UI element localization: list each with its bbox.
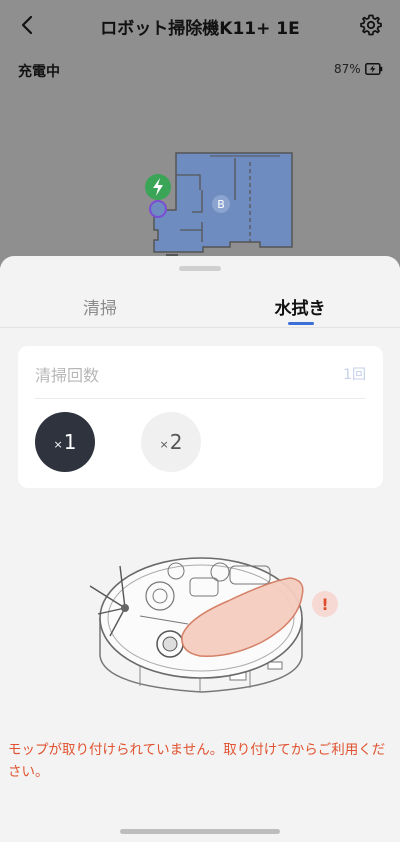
warning-icon: ! — [312, 591, 338, 617]
home-indicator[interactable] — [120, 829, 280, 834]
back-button[interactable] — [14, 12, 40, 38]
count-option-2-button[interactable]: × 2 — [141, 412, 201, 472]
charging-status: 充電中 — [18, 64, 60, 80]
battery-charging-icon — [364, 63, 382, 75]
dock-marker — [145, 174, 171, 200]
count-option-1-label: 1 — [63, 430, 77, 454]
gear-icon — [360, 14, 382, 36]
bottom-sheet: 清掃 水拭き 清掃回数 1回 × 1 × 2 ! モップが取り付けられていません… — [0, 256, 400, 842]
page-title: ロボット掃除機K11+ 1E — [100, 19, 300, 39]
cleaning-count-title: 清掃回数 — [35, 366, 100, 385]
tab-clean[interactable]: 清掃 — [40, 294, 160, 319]
sheet-drag-handle[interactable] — [179, 266, 221, 271]
battery-percent: 87% — [334, 62, 361, 76]
floor-map[interactable]: B — [140, 150, 300, 260]
map-area: ロボット掃除機K11+ 1E 充電中 87% B — [0, 0, 400, 268]
mop-not-attached-warning: モップが取り付けられていません。取り付けてからご利用ください。 — [8, 742, 386, 780]
times-symbol: × — [53, 437, 63, 451]
robot-mop-illustration — [89, 557, 304, 693]
active-tab-indicator — [288, 322, 314, 325]
robot-position-marker — [149, 200, 167, 218]
cleaning-count-card: 清掃回数 1回 × 1 × 2 — [18, 346, 383, 488]
battery-indicator: 87% — [334, 62, 383, 76]
tab-mop[interactable]: 水拭き — [240, 294, 360, 319]
svg-text:B: B — [217, 198, 225, 211]
count-option-1-button[interactable]: × 1 — [35, 412, 95, 472]
times-symbol: × — [159, 437, 169, 451]
cleaning-count-value: 1回 — [343, 367, 366, 383]
mode-tabs: 清掃 水拭き — [0, 282, 400, 328]
settings-button[interactable] — [357, 11, 385, 39]
count-option-2-label: 2 — [169, 430, 183, 454]
chevron-left-icon — [21, 15, 33, 35]
card-divider — [35, 398, 366, 399]
